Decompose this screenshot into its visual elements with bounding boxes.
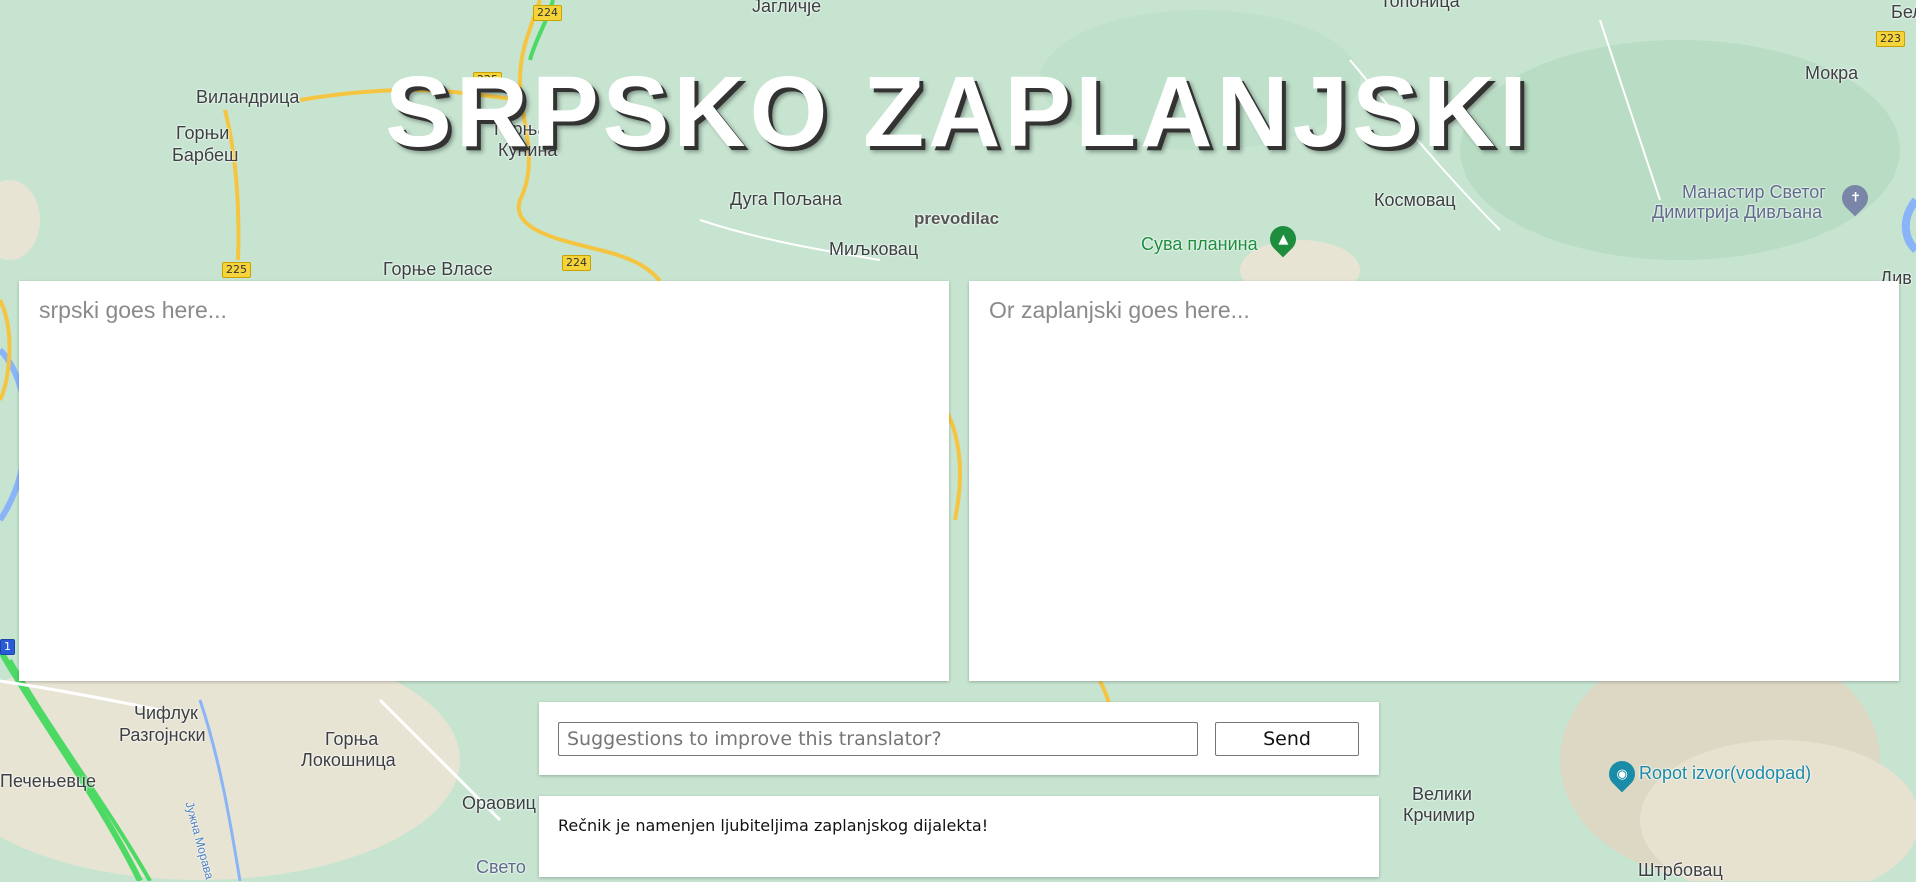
map-label-strbovac: Штрбовац: [1638, 860, 1723, 880]
map-label-gornje-vlase: Горње Власе: [383, 259, 493, 279]
map-label-jaglicje: Јагличје: [752, 0, 822, 16]
zaplanjski-input[interactable]: [969, 281, 1899, 681]
map-label-ropot: Ropot izvor(vodopad): [1639, 763, 1812, 783]
map-label-ciflik-line1: Чифлук: [134, 703, 198, 723]
map-label-pecenjevce: Печењевце: [0, 771, 97, 791]
serbian-input[interactable]: [19, 281, 949, 681]
info-box: Rečnik je namenjen ljubiteljima zaplanjs…: [539, 796, 1379, 877]
map-label-suva-planina: Сува планина: [1141, 234, 1258, 254]
suggestion-box: Send: [539, 702, 1379, 775]
map-label-ciflik-line2: Разгојнски: [119, 725, 206, 745]
map-label-veliki-krcimir-line1: Велики: [1412, 784, 1472, 804]
map-label-sveto: Свето: [476, 857, 526, 877]
map-label-gornja-lokosnica-line2: Локошница: [301, 750, 396, 770]
map-label-dugo-poljana: Дуга Пољана: [730, 189, 842, 209]
info-text: Rečnik je namenjen ljubiteljima zaplanjs…: [558, 816, 989, 835]
road-shield-223: 223: [1876, 31, 1905, 47]
highway-shield-1: 1: [0, 639, 15, 655]
map-label-beli: Бел: [1891, 2, 1916, 22]
road-shield-225-b: 225: [222, 262, 251, 278]
send-button[interactable]: Send: [1215, 722, 1359, 756]
map-label-toponica: Топоница: [1380, 0, 1460, 11]
zaplanjski-panel: [969, 281, 1899, 681]
map-label-kosmovac: Космовац: [1374, 190, 1456, 210]
map-label-miljkovac: Миљковац: [829, 239, 919, 259]
page-title: SRPSKO ZAPLANJSKI: [385, 56, 1531, 168]
map-label-veliki-krcimir-line2: Крчимир: [1403, 805, 1475, 825]
road-shield-224: 224: [533, 5, 562, 21]
suggestion-input[interactable]: [558, 722, 1198, 756]
map-label-oraovica: Ораовиц: [462, 793, 536, 813]
map-label-monastery-line1: Манастир Светог: [1682, 182, 1826, 202]
map-label-prevodilac: prevodilac: [914, 209, 1000, 228]
map-label-gornja-lokosnica-line1: Горња: [325, 729, 379, 749]
map-label-monastery-line2: Димитрија Дивљана: [1652, 202, 1823, 222]
serbian-panel: [19, 281, 949, 681]
road-shield-224-b: 224: [562, 255, 591, 271]
